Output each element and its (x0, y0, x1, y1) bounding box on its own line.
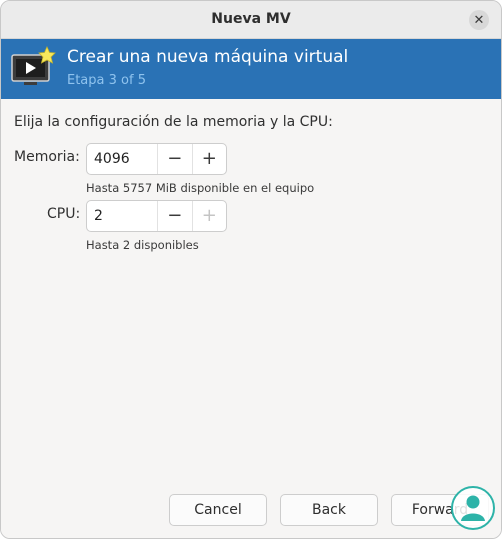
close-button[interactable]: ✕ (469, 10, 489, 30)
wizard-content: Elija la configuración de la memoria y l… (1, 100, 501, 538)
titlebar: Nueva MV ✕ (1, 1, 501, 39)
back-button[interactable]: Back (280, 494, 378, 526)
wizard-title: Crear una nueva máquina virtual (67, 47, 349, 67)
instruction-text: Elija la configuración de la memoria y l… (14, 114, 333, 130)
memory-hint: Hasta 5757 MiB disponible en el equipo (86, 181, 315, 195)
plus-icon: + (201, 205, 217, 226)
cpu-decrement-button[interactable]: − (158, 201, 192, 231)
close-icon: ✕ (473, 12, 485, 28)
wizard-header: Crear una nueva máquina virtual Etapa 3 … (1, 39, 501, 99)
minus-icon: − (167, 205, 183, 226)
monitor-play-icon (11, 46, 56, 85)
window-title: Nueva MV (211, 11, 291, 27)
memory-decrement-button[interactable]: − (158, 144, 192, 174)
new-vm-dialog: Nueva MV ✕ Crear una nueva máquina virtu… (0, 0, 502, 539)
cpu-label: CPU: (47, 206, 81, 222)
cancel-button[interactable]: Cancel (169, 494, 267, 526)
cpu-input[interactable]: 2 (87, 201, 158, 231)
minus-icon: − (167, 148, 183, 169)
memory-label: Memoria: (14, 149, 80, 165)
memory-increment-button[interactable]: + (191, 144, 227, 174)
cpu-hint: Hasta 2 disponibles (86, 238, 199, 252)
wizard-step: Etapa 3 of 5 (67, 73, 146, 88)
cpu-increment-button: + (191, 201, 227, 231)
user-watermark-icon (451, 486, 495, 530)
plus-icon: + (201, 148, 217, 169)
memory-input[interactable]: 4096 (87, 144, 158, 174)
memory-spinbox: 4096 − + (86, 143, 227, 175)
cpu-spinbox: 2 − + (86, 200, 227, 232)
